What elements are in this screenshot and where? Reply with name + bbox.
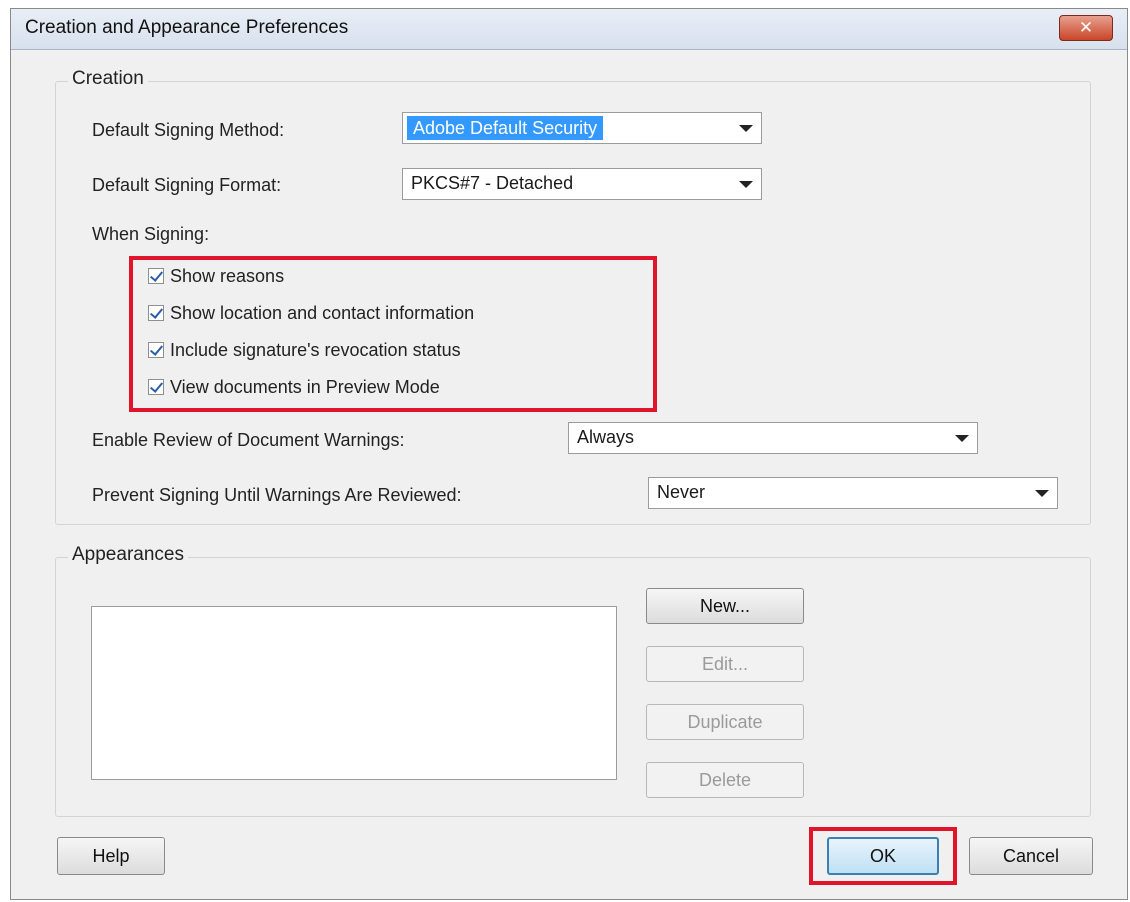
signing-method-value: Adobe Default Security	[407, 116, 604, 140]
option-preview-mode[interactable]: View documents in Preview Mode	[148, 375, 440, 399]
edit-appearance-button[interactable]: Edit...	[646, 646, 804, 682]
help-button[interactable]: Help	[57, 837, 165, 875]
checkbox-checked-icon[interactable]	[148, 379, 164, 395]
option-show-reasons[interactable]: Show reasons	[148, 264, 284, 288]
signing-format-select[interactable]: PKCS#7 - Detached	[402, 168, 762, 200]
option-show-location[interactable]: Show location and contact information	[148, 301, 474, 325]
signing-method-label: Default Signing Method:	[92, 120, 285, 140]
chevron-down-icon	[955, 435, 969, 442]
prevent-signing-value: Never	[657, 482, 706, 502]
appearances-group: Appearances New... Edit... Duplicate Del…	[55, 544, 1091, 817]
option-label: Show location and contact information	[170, 302, 475, 323]
option-label: Show reasons	[170, 265, 285, 286]
signing-format-value: PKCS#7 - Detached	[411, 173, 574, 193]
when-signing-label: When Signing:	[92, 224, 210, 244]
checkbox-checked-icon[interactable]	[148, 305, 164, 321]
checkbox-checked-icon[interactable]	[148, 268, 164, 284]
dialog-title: Creation and Appearance Preferences	[25, 17, 349, 38]
cancel-button[interactable]: Cancel	[969, 837, 1093, 875]
creation-group-label: Creation	[68, 68, 148, 90]
close-icon: ✕	[1078, 18, 1094, 37]
option-label: Include signature's revocation status	[170, 339, 461, 360]
checkbox-checked-icon[interactable]	[148, 342, 164, 358]
appearances-list[interactable]	[91, 606, 617, 780]
option-label: View documents in Preview Mode	[170, 376, 440, 397]
prevent-signing-select[interactable]: Never	[648, 477, 1058, 509]
creation-group: Creation Default Signing Method: Adobe D…	[55, 68, 1091, 525]
review-warnings-label: Enable Review of Document Warnings:	[92, 430, 405, 450]
preferences-dialog: Creation and Appearance Preferences ✕ Cr…	[10, 8, 1128, 900]
new-appearance-button[interactable]: New...	[646, 588, 804, 624]
signing-method-select[interactable]: Adobe Default Security	[402, 112, 762, 144]
chevron-down-icon	[739, 125, 753, 132]
duplicate-appearance-button[interactable]: Duplicate	[646, 704, 804, 740]
chevron-down-icon	[739, 181, 753, 188]
prevent-signing-label: Prevent Signing Until Warnings Are Revie…	[92, 485, 462, 505]
title-bar[interactable]: Creation and Appearance Preferences ✕	[11, 9, 1127, 50]
option-revocation-status[interactable]: Include signature's revocation status	[148, 338, 461, 362]
ok-button[interactable]: OK	[827, 837, 939, 875]
appearances-group-label: Appearances	[68, 544, 188, 566]
review-warnings-value: Always	[577, 427, 635, 447]
review-warnings-select[interactable]: Always	[568, 422, 978, 454]
signing-format-label: Default Signing Format:	[92, 175, 282, 195]
close-button[interactable]: ✕	[1059, 15, 1113, 41]
delete-appearance-button[interactable]: Delete	[646, 762, 804, 798]
chevron-down-icon	[1035, 490, 1049, 497]
